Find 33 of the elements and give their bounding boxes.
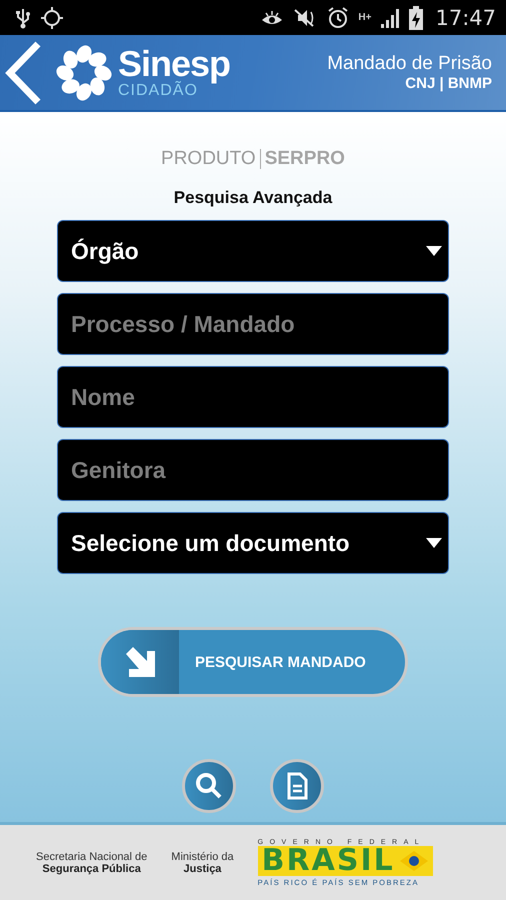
secretariat-name: Secretaria Nacional de (36, 850, 148, 862)
search-warrant-button[interactable]: PESQUISAR MANDADO (98, 627, 408, 697)
caret-icon (426, 538, 442, 548)
page-title: Mandado de Prisão (327, 52, 492, 74)
location-icon (40, 6, 64, 30)
search-icon (194, 771, 224, 801)
dropdown-field[interactable]: Órgão (57, 220, 449, 282)
document-button[interactable] (270, 759, 324, 813)
eye-icon (260, 8, 284, 26)
ministry-name: Justiça (184, 862, 222, 874)
clock: 17:47 (435, 6, 496, 30)
logo-icon (54, 42, 114, 102)
network-type: H+ (358, 12, 372, 23)
logo-wordmark: Sinesp (118, 46, 230, 82)
credit-brand: SERPRO (264, 148, 345, 170)
page-subtitle: CNJ | BNMP (405, 74, 492, 92)
search-button[interactable] (182, 759, 236, 813)
input-field[interactable]: Genitora (57, 439, 449, 501)
credit-label: PRODUTO (161, 148, 256, 170)
logo-subtitle: CIDADÃO (118, 82, 198, 100)
secretariat-name: Segurança Pública (42, 862, 141, 874)
ministry-name: Ministério da (171, 850, 234, 862)
caret-icon (426, 246, 442, 256)
brasil-wordmark: BRASIL (262, 846, 395, 876)
dropdown-field[interactable]: Selecione um documento (57, 512, 449, 574)
alarm-icon (326, 6, 350, 30)
flag-icon (398, 850, 429, 872)
input-field[interactable]: Processo / Mandado (57, 293, 449, 355)
section-title: Pesquisa Avançada (174, 188, 332, 208)
input-field[interactable]: Nome (57, 366, 449, 428)
signal-icon (379, 6, 402, 28)
usb-icon (14, 6, 32, 28)
battery-icon (409, 6, 424, 30)
